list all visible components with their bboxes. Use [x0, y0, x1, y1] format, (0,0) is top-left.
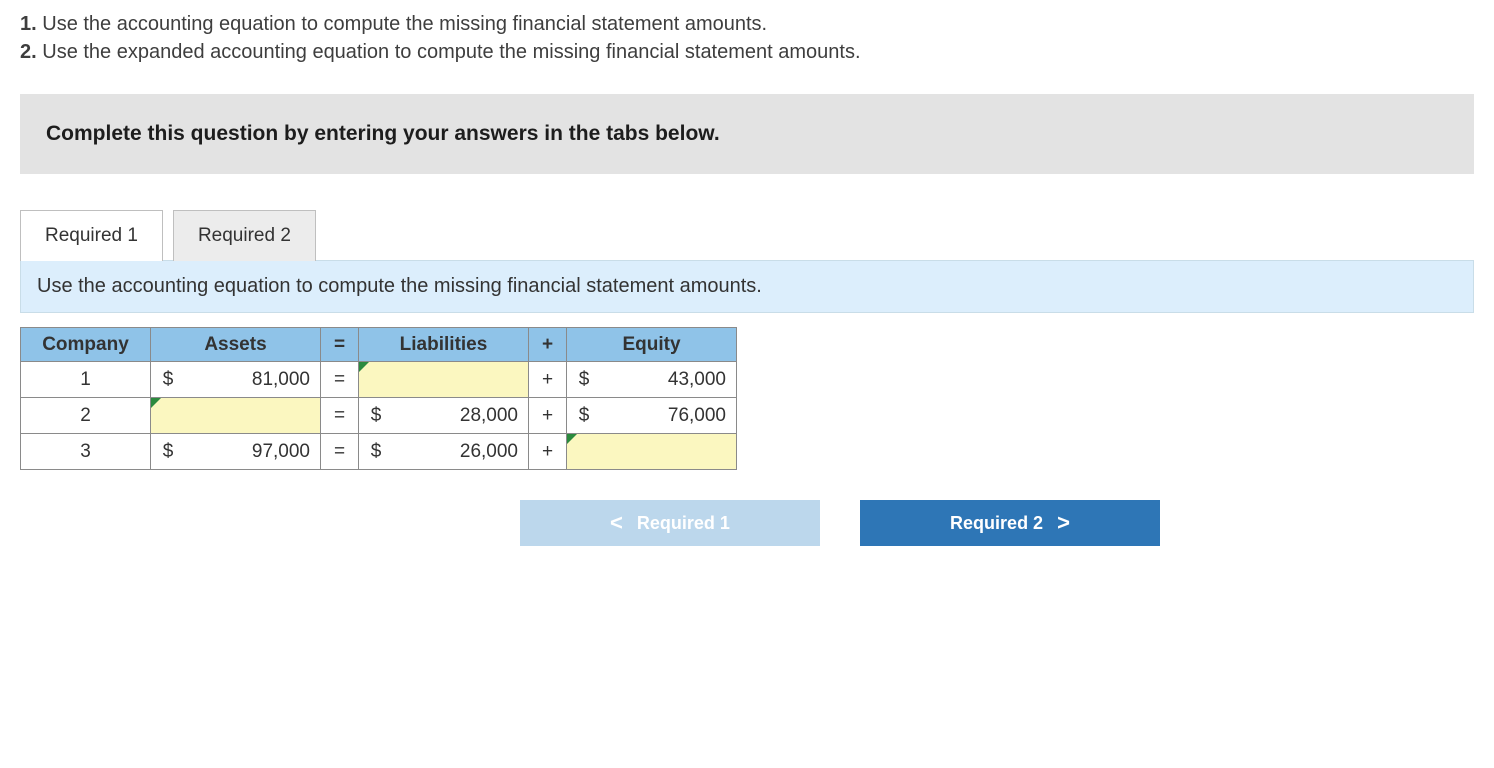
currency-symbol: $	[151, 369, 185, 391]
tabs-row: Required 1 Required 2	[20, 210, 1474, 261]
header-equals: =	[321, 328, 359, 362]
nav-row: < Required 1 Required 2 >	[520, 500, 1474, 546]
header-company: Company	[21, 328, 151, 362]
chevron-right-icon: >	[1057, 510, 1070, 536]
table-row: 3 $ 97,000 = $ 26,000 +	[21, 434, 737, 470]
assets-value: 97,000	[185, 441, 320, 463]
equity-value: 43,000	[601, 369, 736, 391]
header-assets: Assets	[151, 328, 321, 362]
equity-input[interactable]	[567, 434, 737, 470]
currency-symbol: $	[359, 405, 393, 427]
cell-company: 1	[21, 362, 151, 398]
prompt-1-text: Use the accounting equation to compute t…	[37, 13, 767, 35]
tab-required-2[interactable]: Required 2	[173, 210, 316, 261]
cell-assets: $ 97,000	[151, 434, 321, 470]
cell-plus: +	[529, 434, 567, 470]
next-label: Required 2	[950, 513, 1043, 534]
prompt-1: 1. Use the accounting equation to comput…	[20, 10, 1474, 38]
accounting-table: Company Assets = Liabilities + Equity 1 …	[20, 327, 737, 470]
liabilities-value: 26,000	[393, 441, 528, 463]
chevron-left-icon: <	[610, 510, 623, 536]
liabilities-input[interactable]	[359, 362, 529, 398]
prev-label: Required 1	[637, 513, 730, 534]
question-prompts: 1. Use the accounting equation to comput…	[20, 10, 1474, 66]
cell-equals: =	[321, 362, 359, 398]
header-plus: +	[529, 328, 567, 362]
table-row: 1 $ 81,000 = + $ 43,000	[21, 362, 737, 398]
liabilities-value: 28,000	[393, 405, 528, 427]
instruction-banner: Complete this question by entering your …	[20, 94, 1474, 174]
table-row: 2 = $ 28,000 + $ 76,000	[21, 398, 737, 434]
cell-equals: =	[321, 434, 359, 470]
currency-symbol: $	[151, 441, 185, 463]
prompt-1-number: 1.	[20, 13, 37, 35]
cell-liabilities: $ 28,000	[359, 398, 529, 434]
cell-company: 3	[21, 434, 151, 470]
cell-plus: +	[529, 398, 567, 434]
currency-symbol: $	[567, 369, 601, 391]
assets-input[interactable]	[151, 398, 321, 434]
tab-required-1[interactable]: Required 1	[20, 210, 163, 261]
cell-equals: =	[321, 398, 359, 434]
cell-liabilities: $ 26,000	[359, 434, 529, 470]
cell-company: 2	[21, 398, 151, 434]
equity-value: 76,000	[601, 405, 736, 427]
prompt-2-number: 2.	[20, 41, 37, 63]
cell-assets: $ 81,000	[151, 362, 321, 398]
prompt-2-text: Use the expanded accounting equation to …	[37, 41, 861, 63]
tab-instruction: Use the accounting equation to compute t…	[20, 260, 1474, 313]
cell-equity: $ 43,000	[567, 362, 737, 398]
header-equity: Equity	[567, 328, 737, 362]
currency-symbol: $	[359, 441, 393, 463]
prompt-2: 2. Use the expanded accounting equation …	[20, 38, 1474, 66]
table-header-row: Company Assets = Liabilities + Equity	[21, 328, 737, 362]
assets-value: 81,000	[185, 369, 320, 391]
cell-equity: $ 76,000	[567, 398, 737, 434]
currency-symbol: $	[567, 405, 601, 427]
prev-button[interactable]: < Required 1	[520, 500, 820, 546]
cell-plus: +	[529, 362, 567, 398]
next-button[interactable]: Required 2 >	[860, 500, 1160, 546]
header-liabilities: Liabilities	[359, 328, 529, 362]
